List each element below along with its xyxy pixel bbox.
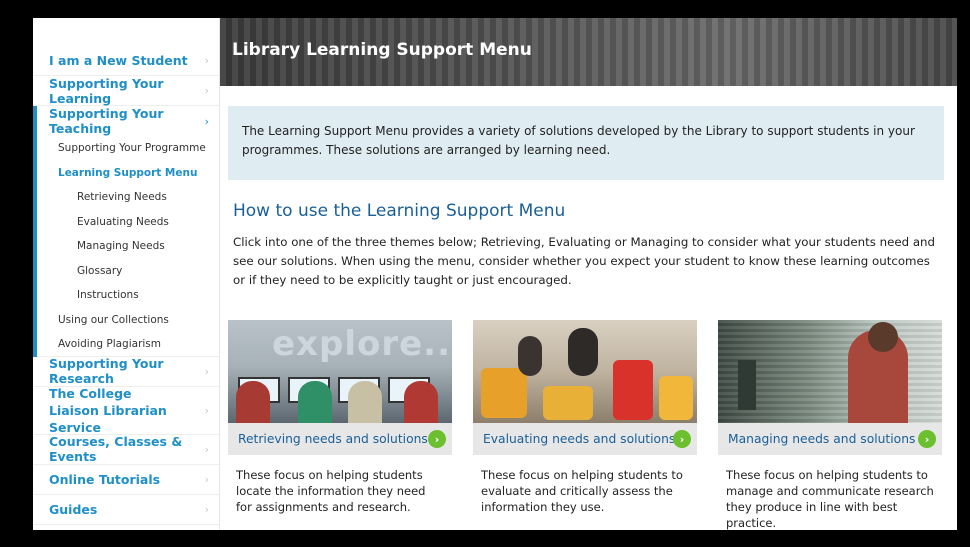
sidebar-subitem-retrieving-needs[interactable]: Retrieving Needs	[37, 185, 219, 210]
chevron-right-icon: ›	[204, 54, 209, 67]
card-title-bar[interactable]: Evaluating needs and solutions ›	[473, 423, 697, 455]
chair-shape	[613, 360, 653, 420]
person-shape	[518, 336, 542, 376]
sidebar-item-courses-classes[interactable]: Courses, Classes & Events ›	[33, 434, 219, 465]
sidebar-subitem-evaluating-needs[interactable]: Evaluating Needs	[37, 210, 219, 235]
sidebar-item-new-student[interactable]: I am a New Student ›	[33, 46, 219, 76]
sidebar-item-liaison-librarian[interactable]: The College Liaison Librarian Service ›	[33, 385, 219, 435]
card-title-bar[interactable]: Managing needs and solutions ›	[718, 423, 942, 455]
sidebar-subitem-glossary[interactable]: Glossary	[37, 259, 219, 284]
person-shape	[298, 381, 332, 423]
image-word-explore: explore...	[272, 324, 452, 364]
browser-content: I am a New Student › Supporting Your Lea…	[33, 18, 957, 530]
card-title-bar[interactable]: Retrieving needs and solutions ›	[228, 423, 452, 455]
person-shape	[568, 328, 598, 376]
sidebar-nav: I am a New Student › Supporting Your Lea…	[33, 18, 220, 530]
chair-shape	[543, 386, 593, 420]
person-shape	[348, 381, 382, 423]
chevron-right-icon: ›	[204, 472, 209, 486]
sidebar-item-label: Courses, Classes & Events	[49, 434, 183, 464]
sidebar-item-label: Supporting Your Research	[49, 356, 164, 386]
card-retrieving[interactable]: explore... Retrieving needs and solution…	[228, 320, 452, 515]
chevron-right-icon: ›	[204, 84, 209, 97]
intro-box: The Learning Support Menu provides a var…	[228, 106, 944, 180]
chevron-right-icon: ›	[204, 442, 209, 456]
section-heading: How to use the Learning Support Menu	[233, 201, 566, 221]
sidebar-group-supporting-teaching: Supporting Your Teaching › Supporting Yo…	[33, 106, 219, 357]
arrow-right-circle-icon[interactable]: ›	[918, 430, 936, 448]
page-title: Library Learning Support Menu	[232, 40, 532, 60]
card-description: These focus on helping students to manag…	[726, 468, 934, 530]
sidebar-item-label: Online Tutorials	[49, 471, 161, 487]
chevron-right-icon: ›	[204, 502, 209, 516]
sidebar-item-label: The College Liaison Librarian Service	[49, 385, 167, 435]
card-evaluating[interactable]: Evaluating needs and solutions › These f…	[473, 320, 697, 515]
section-paragraph: Click into one of the three themes below…	[233, 235, 936, 287]
person-shape	[236, 381, 270, 423]
sidebar-item-supporting-learning[interactable]: Supporting Your Learning ›	[33, 76, 219, 106]
sidebar-subitem-using-collections[interactable]: Using our Collections	[37, 308, 219, 333]
card-image-students-chairs[interactable]	[473, 320, 697, 423]
arrow-right-circle-icon[interactable]: ›	[428, 430, 446, 448]
sidebar-item-supporting-teaching[interactable]: Supporting Your Teaching ›	[37, 106, 219, 136]
card-title: Retrieving needs and solutions	[238, 432, 428, 446]
card-description: These focus on helping students locate t…	[236, 468, 426, 514]
chevron-right-icon: ›	[204, 403, 209, 417]
monitor-shape	[738, 360, 756, 410]
sidebar-subitem-supporting-programme[interactable]: Supporting Your Programme	[37, 136, 219, 161]
sidebar-subitem-learning-support-menu[interactable]: Learning Support Menu	[37, 161, 219, 186]
person-shape	[404, 381, 438, 423]
card-title: Managing needs and solutions	[728, 432, 916, 446]
chair-shape	[481, 368, 527, 418]
sidebar-subitem-avoiding-plagiarism[interactable]: Avoiding Plagiarism	[37, 332, 219, 357]
page-banner: Library Learning Support Menu	[220, 18, 957, 86]
sidebar-item-label: Supporting Your Teaching	[49, 106, 164, 136]
sidebar-subitem-managing-needs[interactable]: Managing Needs	[37, 234, 219, 259]
card-description: These focus on helping students to evalu…	[481, 468, 683, 514]
chevron-right-icon: ›	[204, 114, 209, 128]
sidebar-item-label: Guides	[49, 501, 98, 517]
sidebar-item-supporting-research[interactable]: Supporting Your Research ›	[33, 356, 219, 387]
sidebar-subitem-instructions[interactable]: Instructions	[37, 283, 219, 308]
sidebar-item-label: Supporting Your Learning	[49, 75, 164, 106]
chair-shape	[659, 376, 693, 420]
card-image-student-window[interactable]	[718, 320, 942, 423]
card-title: Evaluating needs and solutions	[483, 432, 676, 446]
arrow-right-circle-icon[interactable]: ›	[673, 430, 691, 448]
card-image-computers[interactable]: explore...	[228, 320, 452, 423]
chevron-right-icon: ›	[204, 364, 209, 378]
card-managing[interactable]: Managing needs and solutions › These foc…	[718, 320, 942, 530]
sidebar-item-guides[interactable]: Guides ›	[33, 495, 219, 525]
sidebar-item-online-tutorials[interactable]: Online Tutorials ›	[33, 465, 219, 495]
person-head-shape	[868, 322, 898, 352]
sidebar-top-spacer	[33, 18, 219, 46]
sidebar-item-label: I am a New Student	[49, 53, 188, 68]
